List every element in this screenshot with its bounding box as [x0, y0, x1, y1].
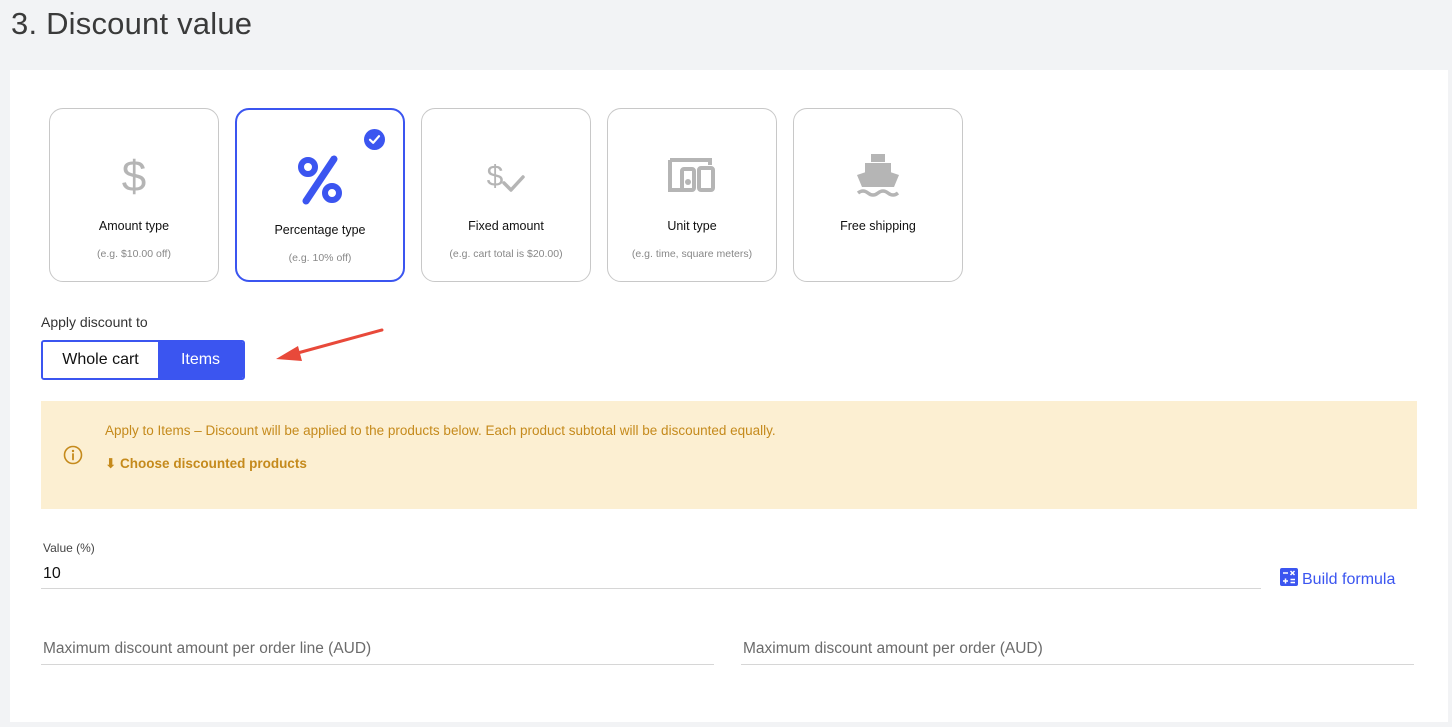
discount-type-card-unit[interactable]: Unit type (e.g. time, square meters) — [607, 108, 777, 282]
check-circle-icon — [364, 129, 385, 150]
annotation-arrow-icon — [272, 325, 388, 370]
whole-cart-button[interactable]: Whole cart — [43, 342, 158, 378]
dollar-check-icon: $ — [422, 151, 590, 201]
card-title: Fixed amount — [468, 219, 544, 233]
card-hint: (e.g. $10.00 off) — [97, 248, 171, 260]
apply-discount-toggle: Whole cart Items — [41, 340, 245, 380]
percent-icon — [237, 155, 403, 205]
discount-type-card-free-shipping[interactable]: Free shipping — [793, 108, 963, 282]
card-hint: (e.g. 10% off) — [288, 252, 352, 264]
discount-value-panel: $ Amount type (e.g. $10.00 off) Percenta… — [10, 70, 1448, 722]
build-formula-label: Build formula — [1302, 570, 1396, 588]
discount-type-card-amount[interactable]: $ Amount type (e.g. $10.00 off) — [49, 108, 219, 282]
svg-text:$: $ — [122, 152, 146, 201]
calculator-icon — [1280, 568, 1298, 591]
apply-discount-label: Apply discount to — [41, 314, 148, 330]
card-title: Unit type — [667, 219, 717, 233]
card-title: Free shipping — [840, 219, 916, 233]
dollar-icon: $ — [50, 151, 218, 201]
card-title: Percentage type — [274, 223, 366, 237]
card-hint: (e.g. cart total is $20.00) — [449, 248, 563, 260]
max-discount-per-order-input[interactable] — [741, 633, 1414, 665]
apply-items-notice: Apply to Items – Discount will be applie… — [41, 401, 1417, 509]
notice-text: Apply to Items – Discount will be applie… — [105, 423, 776, 438]
ship-icon — [794, 151, 962, 201]
items-button[interactable]: Items — [158, 342, 243, 378]
devices-icon — [608, 151, 776, 201]
value-label: Value (%) — [43, 541, 95, 555]
svg-text:$: $ — [487, 160, 504, 193]
page-title: 3. Discount value — [11, 6, 253, 41]
discount-type-card-percentage[interactable]: Percentage type (e.g. 10% off) — [235, 108, 405, 282]
max-discount-per-line-input[interactable] — [41, 633, 714, 665]
value-input[interactable] — [41, 559, 1261, 589]
info-icon — [63, 445, 83, 470]
build-formula-button[interactable]: Build formula — [1280, 568, 1395, 591]
card-hint: (e.g. time, square meters) — [631, 248, 753, 260]
card-title: Amount type — [98, 219, 170, 233]
choose-discounted-products-link[interactable]: ⬇ Choose discounted products — [105, 456, 307, 472]
discount-type-card-fixed-amount[interactable]: $ Fixed amount (e.g. cart total is $20.0… — [421, 108, 591, 282]
